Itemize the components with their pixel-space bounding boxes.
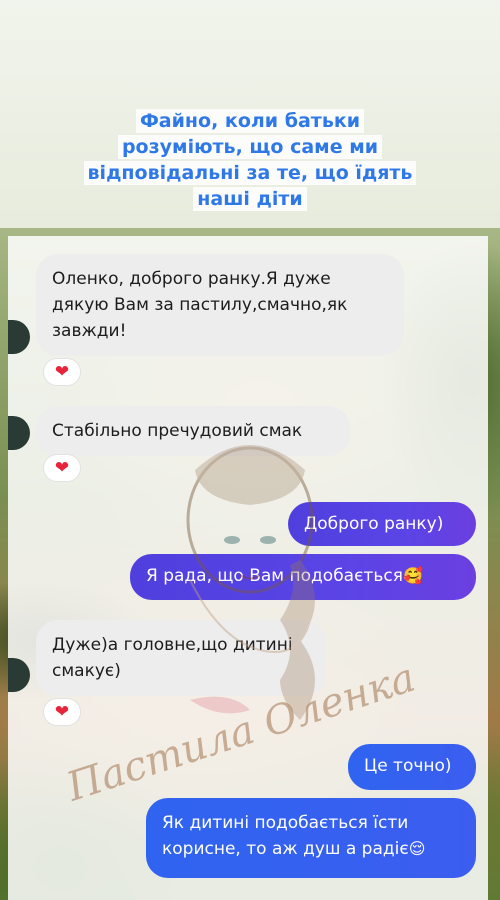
message-text: Доброго ранку) [304,514,444,534]
incoming-message[interactable]: Дуже)а головне,що дитині смакує) [36,620,326,696]
incoming-message[interactable]: Оленко, доброго ранку.Я дуже дякую Вам з… [36,254,404,356]
sender-avatar[interactable] [8,658,30,692]
incoming-message[interactable]: Стабільно пречудовий смак [36,406,350,456]
outgoing-message[interactable]: Доброго ранку) [288,502,476,546]
reaction-badge[interactable]: ❤ [43,454,81,482]
heart-icon: ❤ [54,457,70,478]
reaction-badge[interactable]: ❤ [43,698,81,726]
message-text: Це точно) [364,756,452,776]
sender-avatar[interactable] [8,320,30,354]
message-text: Стабільно пречудовий смак [52,421,303,441]
sender-avatar[interactable] [8,416,30,450]
story-headline: Файно, коли батьки розуміють, що саме ми… [80,108,420,212]
message-text: Дуже)а головне,що дитині смакує) [52,635,293,681]
heart-icon: ❤ [54,701,70,722]
relieved-face-icon: 😌 [408,839,426,858]
message-text: Оленко, доброго ранку.Я дуже дякую Вам з… [52,269,348,341]
chat-screenshot: Оленко, доброго ранку.Я дуже дякую Вам з… [8,236,488,900]
heart-icon: ❤ [54,361,70,382]
message-text: Я рада, що Вам подобається [146,566,403,586]
outgoing-message[interactable]: Як дитині подобається їсти корисне, то а… [146,798,476,878]
story-header-panel: Файно, коли батьки розуміють, що саме ми… [0,0,500,228]
message-text: Як дитині подобається їсти корисне, то а… [162,813,409,859]
reaction-badge[interactable]: ❤ [43,358,81,386]
outgoing-message[interactable]: Це точно) [348,744,476,790]
smiling-face-with-hearts-icon: 🥰 [402,566,423,585]
outgoing-message[interactable]: Я рада, що Вам подобається🥰 [130,554,476,600]
